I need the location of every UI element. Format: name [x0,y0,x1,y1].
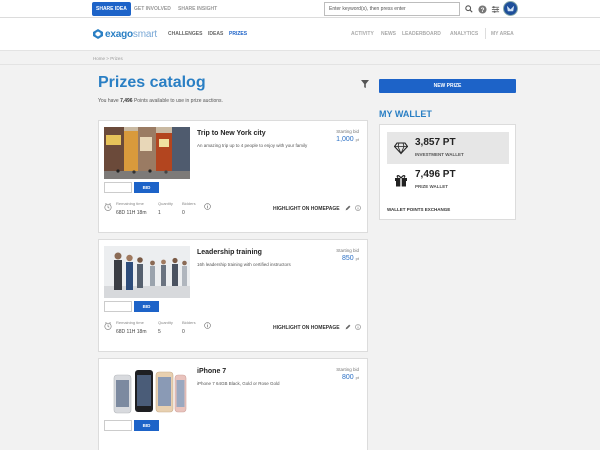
bidders-value: 0 [182,329,185,335]
search-icon[interactable] [463,3,475,15]
points-value: 7,496 [120,98,133,104]
get-involved-button[interactable]: GET INVOLVED [130,2,175,16]
investment-wallet-label: INVESTMENT WALLET [415,152,464,157]
edit-icon[interactable] [345,324,351,330]
prize-image [104,127,190,179]
bid-button[interactable]: BID [134,182,159,193]
logo[interactable]: exagosmart [93,27,157,41]
starting-bid-label: Starting bid [336,248,359,253]
bid-input[interactable] [104,301,132,312]
quantity-label: Quantity [158,201,173,206]
breadcrumb-home[interactable]: Home [93,56,105,61]
starting-bid-label: Starting bid [336,367,359,372]
logo-text: exagosmart [105,28,157,40]
prize-card: Trip to New York city An amazing trip up… [98,120,368,233]
info-icon[interactable] [204,322,211,329]
prize-name[interactable]: iPhone 7 [197,368,226,375]
breadcrumb-divider [0,64,600,65]
breadcrumb-separator: > [106,56,109,61]
bid-button[interactable]: BID [134,420,159,431]
bid-input[interactable] [104,420,132,431]
clock-icon [104,322,112,330]
clock-icon [104,203,112,211]
info-icon[interactable] [355,324,361,330]
gift-icon [395,175,407,187]
points-note: You have 7,496 Points available to use i… [98,98,223,104]
starting-bid-value: 800 pt [342,374,359,381]
remaining-time-value: 68D 11H 18m [116,210,147,216]
breadcrumb: Home > Prizes [93,56,123,61]
filter-icon[interactable] [361,80,369,88]
highlight-on-homepage[interactable]: HIGHLIGHT ON HOMEPAGE [273,206,340,212]
top-bar: SHARE IDEA GET INVOLVED SHARE INSIGHT En… [0,0,600,18]
quantity-value: 5 [158,329,161,335]
logo-icon [93,29,103,39]
prize-image [104,246,190,298]
wallet-title: MY WALLET [379,109,432,119]
prize-wallet-value: 7,496 PT [415,169,456,180]
bidders-label: Bidders [182,320,196,325]
quantity-value: 1 [158,210,161,216]
quantity-label: Quantity [158,320,173,325]
page-title: Prizes catalog [98,74,206,91]
wallet-points-exchange-link[interactable]: WALLET POINTS EXCHANGE [387,207,450,212]
bid-input[interactable] [104,182,132,193]
info-icon[interactable] [355,205,361,211]
remaining-time-label: Remaining time [116,320,144,325]
investment-wallet: 3,857 PT INVESTMENT WALLET [387,132,509,164]
nav-analytics[interactable]: ANALYTICS [450,31,478,37]
info-icon[interactable] [204,203,211,210]
wallet-panel: 3,857 PT INVESTMENT WALLET 7,496 PT PRIZ… [379,124,516,220]
starting-bid-label: Starting bid [336,129,359,134]
svg-text:?: ? [480,6,484,13]
avatar[interactable] [503,1,518,16]
prize-card: iPhone 7 iPhone 7 64GB Black, Gold or Ro… [98,358,368,450]
remaining-time-value: 68D 11H 18m [116,329,147,335]
bidders-value: 0 [182,210,185,216]
prize-card: Leadership training 16h leadership train… [98,239,368,352]
nav-divider [485,28,486,39]
share-insight-button[interactable]: SHARE INSIGHT [174,2,221,16]
prize-name[interactable]: Trip to New York city [197,130,266,137]
starting-bid-value: 850 pt [342,255,359,262]
bid-button[interactable]: BID [134,301,159,312]
breadcrumb-current: Prizes [110,56,123,61]
help-icon[interactable]: ? [476,3,488,15]
nav-ideas[interactable]: IDEAS [208,31,223,37]
edit-icon[interactable] [345,205,351,211]
main-nav: exagosmart CHALLENGES IDEAS PRIZES ACTIV… [0,18,600,51]
nav-activity[interactable]: ACTIVITY [351,31,374,37]
share-idea-button[interactable]: SHARE IDEA [92,2,131,16]
prize-wallet: 7,496 PT PRIZE WALLET [387,164,509,196]
nav-challenges[interactable]: CHALLENGES [168,31,202,37]
prize-description: 16h leadership training with certified i… [197,262,291,267]
nav-prizes[interactable]: PRIZES [229,31,247,37]
highlight-on-homepage[interactable]: HIGHLIGHT ON HOMEPAGE [273,325,340,331]
prize-image [104,365,190,417]
starting-bid-value: 1,000 pt [336,136,359,143]
nav-news[interactable]: NEWS [381,31,396,37]
diamond-icon [394,142,408,155]
prize-name[interactable]: Leadership training [197,249,262,256]
remaining-time-label: Remaining time [116,201,144,206]
nav-my-area[interactable]: MY AREA [491,31,514,37]
nav-leaderboard[interactable]: LEADERBOARD [402,31,441,37]
prize-description: An amazing trip up to 4 people to enjoy … [197,143,308,148]
prize-wallet-label: PRIZE WALLET [415,184,448,189]
prize-description: iPhone 7 64GB Black, Gold or Rose Gold [197,381,280,386]
investment-wallet-value: 3,857 PT [415,137,456,148]
settings-icon[interactable] [489,3,501,15]
bidders-label: Bidders [182,201,196,206]
search-input[interactable]: Enter keyword(s), then press enter [324,2,460,16]
new-prize-button[interactable]: NEW PRIZE [379,79,516,93]
